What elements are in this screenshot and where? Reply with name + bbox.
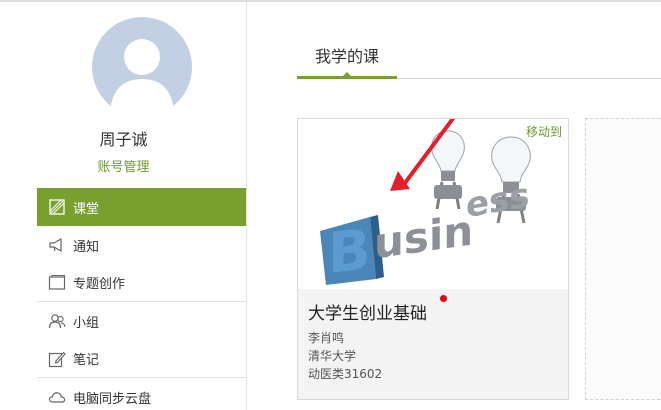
group-icon bbox=[47, 311, 67, 331]
move-to-button[interactable]: 移动到 bbox=[526, 123, 562, 140]
avatar[interactable] bbox=[92, 17, 192, 117]
course-cover-image[interactable]: B usin ess 移动到 bbox=[298, 119, 568, 289]
edit-icon bbox=[47, 349, 67, 369]
cloud-icon bbox=[47, 387, 67, 407]
course-tabs: 我学的课 bbox=[297, 42, 661, 79]
account-settings-link[interactable]: 账号管理 bbox=[0, 156, 247, 175]
sidebar-item-label: 专题创作 bbox=[73, 277, 126, 292]
business-text-graphic: B usin ess bbox=[320, 175, 530, 287]
user-name: 周子诚 bbox=[99, 130, 148, 149]
sidebar-item-notice[interactable]: 通知 bbox=[37, 226, 246, 264]
unread-dot bbox=[440, 295, 447, 302]
course-card[interactable]: B usin ess 移动到 大学生创业基础 李肖鸣 清华大学 动医类31602 bbox=[297, 118, 569, 400]
course-class: 动医类31602 bbox=[308, 367, 383, 381]
sidebar-item-classroom[interactable]: 课堂 bbox=[37, 188, 246, 226]
svg-text:ess: ess bbox=[466, 175, 530, 226]
sidebar: 周子诚 账号管理 课堂 通知 专题创作 小组 笔记 电脑同步云盘 bbox=[0, 2, 247, 410]
course-teacher: 李肖鸣 bbox=[308, 331, 345, 345]
sidebar-item-label: 笔记 bbox=[73, 353, 100, 368]
megaphone-icon bbox=[47, 235, 67, 255]
sidebar-item-group[interactable]: 小组 bbox=[37, 302, 246, 340]
course-school: 清华大学 bbox=[308, 349, 357, 363]
sidebar-item-label: 小组 bbox=[73, 315, 100, 331]
sidebar-nav: 课堂 通知 专题创作 小组 笔记 电脑同步云盘 bbox=[37, 188, 246, 410]
window-icon bbox=[47, 273, 67, 293]
classroom-icon bbox=[47, 197, 67, 217]
sidebar-item-label: 课堂 bbox=[73, 201, 100, 217]
add-course-placeholder[interactable] bbox=[585, 118, 661, 400]
sidebar-item-topic[interactable]: 专题创作 bbox=[37, 264, 246, 302]
user-silhouette-icon bbox=[110, 39, 174, 117]
tab-active-indicator bbox=[342, 72, 352, 77]
sidebar-item-notes[interactable]: 笔记 bbox=[37, 340, 246, 378]
business-cover-illustration: B usin ess bbox=[320, 119, 531, 287]
sidebar-item-cloud[interactable]: 电脑同步云盘 bbox=[37, 378, 246, 410]
course-title[interactable]: 大学生创业基础 bbox=[308, 299, 427, 324]
svg-text:usin: usin bbox=[374, 206, 473, 269]
page: 周子诚 账号管理 课堂 通知 专题创作 小组 笔记 电脑同步云盘 我学的课 B … bbox=[0, 0, 661, 410]
sidebar-item-label: 通知 bbox=[73, 239, 100, 255]
svg-text:B: B bbox=[328, 218, 371, 287]
sidebar-item-label: 电脑同步云盘 bbox=[73, 391, 152, 407]
